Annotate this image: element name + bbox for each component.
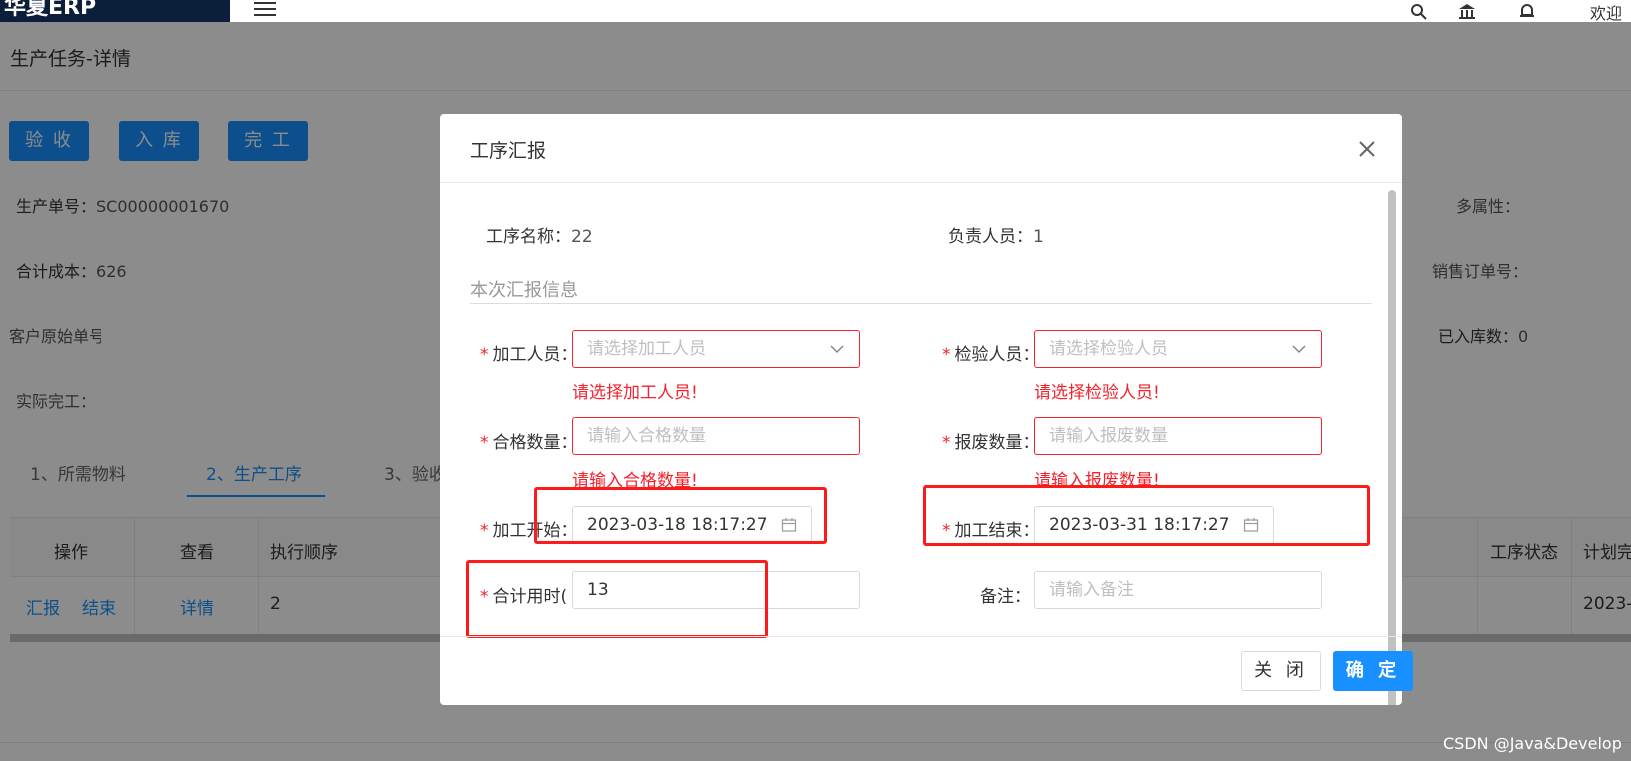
highlight-box-start — [534, 487, 827, 544]
process-name-value: 22 — [571, 227, 593, 247]
menu-toggle-icon[interactable] — [254, 2, 276, 20]
owner-info: 负责人员：1 — [948, 222, 1044, 247]
top-bar: 华夏ERP 欢迎 — [0, 0, 1631, 23]
section-title: 本次汇报信息 — [470, 280, 578, 301]
inspector-label: * 检验人员： — [942, 345, 1040, 365]
close-icon[interactable] — [1356, 138, 1378, 160]
confirm-button[interactable]: 确 定 — [1333, 651, 1413, 691]
app-logo: 华夏ERP — [0, 0, 230, 22]
page: 华夏ERP 欢迎 生产任务-详情 验 收 入 库 完 工 生产单号：SC0000… — [0, 0, 1631, 761]
chevron-down-icon — [830, 345, 844, 354]
qualified-label: * 合格数量： — [480, 433, 578, 453]
highlight-box-total-time — [466, 560, 768, 638]
modal-footer-divider — [440, 636, 1402, 637]
bell-icon[interactable] — [1517, 2, 1537, 20]
close-button[interactable]: 关 闭 — [1241, 651, 1321, 691]
welcome-text: 欢迎 — [1590, 4, 1623, 23]
remark-label: 备注： — [980, 587, 1031, 607]
remark-placeholder: 请输入备注 — [1049, 580, 1134, 600]
modal-title: 工序汇报 — [470, 140, 547, 162]
qualified-placeholder: 请输入合格数量 — [587, 426, 706, 446]
worker-error: 请选择加工人员! — [572, 383, 698, 403]
worker-placeholder: 请选择加工人员 — [587, 339, 706, 359]
bank-icon[interactable] — [1457, 2, 1477, 20]
qualified-input[interactable]: 请输入合格数量 — [572, 417, 860, 455]
worker-label: * 加工人员： — [480, 345, 578, 365]
inspector-placeholder: 请选择检验人员 — [1049, 339, 1168, 359]
inspector-error: 请选择检验人员! — [1034, 383, 1160, 403]
process-report-modal: 工序汇报 工序名称：22 负责人员：1 本次汇报信息 * 加工人员： 请选择加工人… — [440, 114, 1402, 705]
search-icon[interactable] — [1409, 2, 1429, 20]
modal-header-divider — [440, 182, 1402, 183]
remark-input[interactable]: 请输入备注 — [1034, 571, 1322, 609]
modal-scrollbar[interactable] — [1388, 190, 1396, 705]
scrap-label: * 报废数量： — [942, 433, 1040, 453]
worker-select[interactable]: 请选择加工人员 — [572, 330, 860, 368]
inspector-select[interactable]: 请选择检验人员 — [1034, 330, 1322, 368]
process-name-label: 工序名称： — [486, 227, 571, 247]
owner-label: 负责人员： — [948, 227, 1033, 247]
section-divider — [470, 303, 1372, 304]
scrap-input[interactable]: 请输入报废数量 — [1034, 417, 1322, 455]
highlight-box-end — [923, 485, 1370, 546]
owner-value: 1 — [1033, 227, 1044, 247]
scrap-placeholder: 请输入报废数量 — [1049, 426, 1168, 446]
process-name-info: 工序名称：22 — [486, 222, 593, 247]
watermark: CSDN @Java&Develop — [1443, 734, 1622, 753]
chevron-down-icon — [1292, 345, 1306, 354]
